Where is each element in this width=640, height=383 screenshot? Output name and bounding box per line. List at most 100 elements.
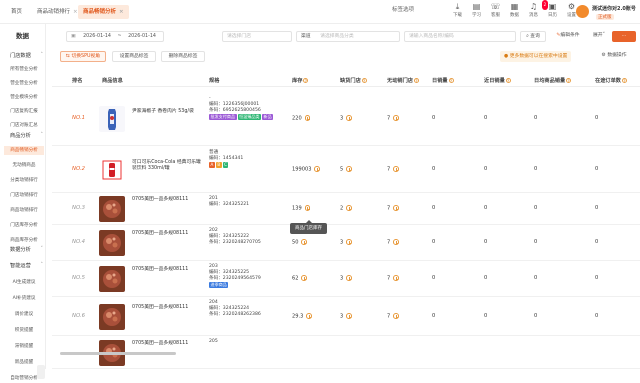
- category-select[interactable]: 渠道 请选择商品分类: [296, 31, 400, 42]
- sidebar-collapse-handle[interactable]: [37, 365, 45, 379]
- help-icon[interactable]: ?: [413, 78, 419, 83]
- product-image[interactable]: [99, 157, 125, 183]
- help-icon[interactable]: ?: [303, 78, 309, 83]
- sidebar-group-store-data[interactable]: 门店数据 ˄: [10, 52, 46, 59]
- col-stock[interactable]: 库存?: [292, 77, 309, 84]
- edit-conditions-button[interactable]: ✎编辑条件: [549, 31, 587, 42]
- sidebar-item-active[interactable]: 商品畅销分析: [4, 146, 44, 155]
- clock-icon[interactable]: [346, 115, 352, 121]
- sidebar-group-smart-ops[interactable]: 智能运营 ˄: [10, 262, 46, 269]
- sidebar-item[interactable]: 所有营业分析: [4, 65, 44, 74]
- product-name[interactable]: 尹家海椒子 香卷肉片 53g/袋: [132, 109, 202, 115]
- clock-icon[interactable]: [304, 115, 311, 121]
- sidebar-group-product-analysis[interactable]: 商品分析 ˄: [10, 132, 46, 139]
- product-name[interactable]: 0705美团一品多规08111: [132, 197, 202, 203]
- sidebar-item[interactable]: 门店对账汇总: [4, 121, 44, 130]
- product-image[interactable]: [99, 304, 125, 330]
- sidebar-item[interactable]: 商品动销排行: [4, 206, 44, 215]
- stats-icon[interactable]: ▦ 数据: [505, 2, 524, 18]
- export-button[interactable]: ⚙ 数据操作: [592, 51, 636, 62]
- study-icon[interactable]: ▤ 学习: [467, 2, 486, 18]
- table-row[interactable]: NO.3 0705美团一品多规08111 201 编码：324325221 139 2 7 0…: [52, 193, 640, 225]
- more-button[interactable]: ⋯: [612, 31, 636, 42]
- clock-icon[interactable]: [393, 115, 399, 121]
- clock-icon[interactable]: [301, 275, 308, 281]
- download-icon[interactable]: ⤓ 下载: [448, 2, 467, 18]
- table-row[interactable]: NO.1 尹家海椒子 香卷肉片 53g/袋 - 编码：1226356J00001 条码：…: [52, 92, 640, 146]
- col-daily-sales[interactable]: 日销量?: [432, 77, 454, 84]
- product-name[interactable]: 可口可乐Coca-Cola 经典可乐罐装饮料 330ml/罐: [132, 160, 202, 172]
- help-icon[interactable]: ?: [361, 78, 367, 83]
- sidebar-group-data-analysis[interactable]: 数据分析 ˅: [10, 246, 46, 253]
- feedback-icon[interactable]: ☏ 客服: [486, 2, 505, 18]
- sidebar-item[interactable]: AI生成建议: [4, 278, 44, 287]
- product-image[interactable]: [99, 230, 125, 256]
- tab-home[interactable]: 首页: [6, 5, 27, 19]
- nomove-stores-cell: 7: [387, 313, 399, 319]
- product-image[interactable]: [99, 106, 125, 132]
- clock-icon[interactable]: [393, 275, 399, 281]
- clock-icon[interactable]: [393, 313, 399, 319]
- col-recent-sales[interactable]: 近日销量?: [484, 77, 511, 84]
- query-button[interactable]: ⌕ 查询: [520, 31, 546, 42]
- product-name[interactable]: 0705美团一品多规08111: [132, 231, 202, 237]
- tab-product-sales-rank[interactable]: 商品动销排行 ×: [32, 5, 83, 19]
- close-icon[interactable]: ×: [119, 9, 124, 15]
- table-row[interactable]: NO.6 0705美团一品多规08111 204 编码：324325224 条码：232…: [52, 297, 640, 336]
- clock-icon[interactable]: [301, 239, 308, 245]
- store-select[interactable]: 请选择门店: [222, 31, 292, 42]
- sidebar-item[interactable]: 商品库存分析: [4, 236, 44, 245]
- delete-product-tag-button[interactable]: 删除商品标签: [161, 51, 205, 62]
- horizontal-scrollbar[interactable]: [60, 352, 176, 355]
- set-product-tag-button[interactable]: 设置商品标签: [112, 51, 156, 62]
- product-name[interactable]: 0705美团一品多规08111: [132, 341, 202, 347]
- clock-icon[interactable]: [306, 313, 312, 319]
- clock-icon[interactable]: [346, 275, 352, 281]
- sidebar-item[interactable]: 门店复购汇报: [4, 107, 44, 116]
- user-role-badge: 正式版: [596, 14, 614, 20]
- product-image[interactable]: [99, 266, 125, 292]
- notify-icon[interactable]: ♫ 2 消息: [524, 0, 548, 18]
- help-icon[interactable]: ?: [621, 78, 627, 83]
- product-name[interactable]: 0705美团一品多规08111: [132, 267, 202, 273]
- date-range-picker[interactable]: ▣ 2026-01-14 ~ 2026-01-14: [66, 31, 164, 42]
- clock-icon[interactable]: [393, 166, 399, 172]
- sidebar-item[interactable]: 分类动销排行: [4, 176, 44, 185]
- clock-icon[interactable]: [346, 313, 352, 319]
- search-input[interactable]: 请输入商品名称/编码: [404, 31, 516, 42]
- sidebar-item[interactable]: 营业模块分析: [4, 93, 44, 102]
- help-icon[interactable]: ?: [448, 78, 454, 83]
- col-out-stores[interactable]: 缺货门店?: [340, 77, 367, 84]
- sidebar-item[interactable]: 积货提醒: [4, 326, 44, 335]
- close-icon[interactable]: ×: [73, 9, 78, 15]
- table-row[interactable]: NO.5 0705美团一品多规08111 203 编码：324325225 条码：232…: [52, 261, 640, 297]
- sidebar-item[interactable]: AI补货建议: [4, 294, 44, 303]
- col-transit-orders[interactable]: 在途订单数?: [595, 77, 627, 84]
- table-row[interactable]: NO.4 0705美团一品多规08111 202 编码：324325222 条码：232…: [52, 225, 640, 261]
- sidebar-item[interactable]: 无动销商品: [4, 161, 44, 170]
- clock-icon[interactable]: [304, 205, 311, 211]
- clock-icon[interactable]: [393, 239, 399, 245]
- clock-icon[interactable]: [393, 205, 399, 211]
- col-avg-sales[interactable]: 日均商品销量?: [534, 77, 572, 84]
- expand-button[interactable]: 展开˅: [588, 31, 610, 42]
- notify-badge: 2: [542, 0, 548, 10]
- clock-icon[interactable]: [346, 205, 352, 211]
- tab-product-bestseller[interactable]: 商品畅销分析 ×: [78, 5, 129, 19]
- sidebar-item[interactable]: 滞销提醒: [4, 342, 44, 351]
- product-name[interactable]: 0705美团一品多规08111: [132, 305, 202, 311]
- clock-icon[interactable]: [346, 239, 352, 245]
- table-row[interactable]: NO.2 可口可乐Coca-Cola 经典可乐罐装饮料 330ml/罐 普通 编码：1…: [52, 146, 640, 193]
- product-image[interactable]: [99, 196, 125, 222]
- clock-icon[interactable]: [346, 166, 352, 172]
- clock-icon[interactable]: [314, 166, 321, 172]
- user-menu[interactable]: 测试迷你对2.0账号 正式版: [574, 2, 638, 22]
- help-icon[interactable]: ?: [566, 78, 572, 83]
- sidebar-item[interactable]: 调价建议: [4, 310, 44, 319]
- sidebar-item[interactable]: 门店动销排行: [4, 191, 44, 200]
- col-nomove-stores[interactable]: 无动销门店?: [387, 77, 419, 84]
- sidebar-item[interactable]: 营业营业分析: [4, 79, 44, 88]
- help-icon[interactable]: ?: [505, 78, 511, 83]
- sidebar-item[interactable]: 门店库存分析: [4, 221, 44, 230]
- switch-spu-view-button[interactable]: ⇆ 切换SPU视角: [60, 51, 106, 62]
